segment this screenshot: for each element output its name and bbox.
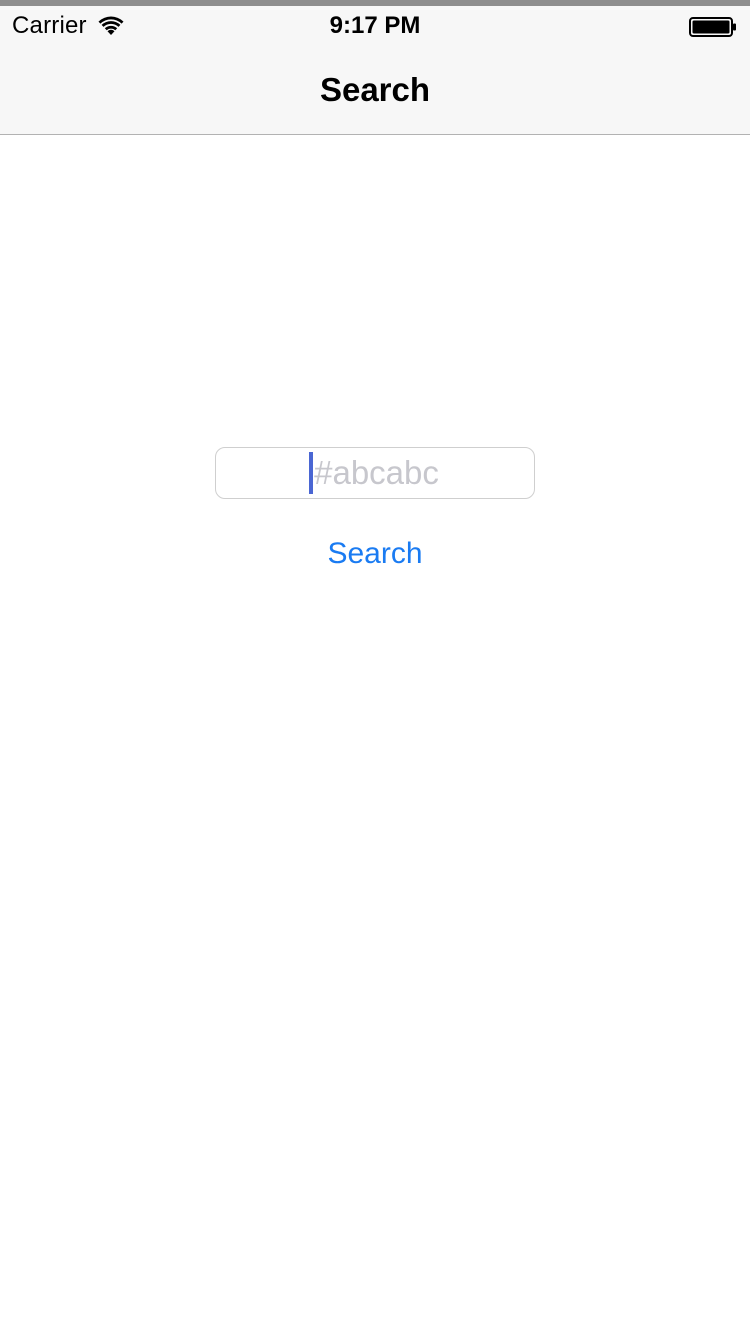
- status-bar: Carrier 9:17 PM: [0, 6, 750, 46]
- search-button-label: Search: [327, 537, 423, 570]
- search-input-content: #abcabc: [309, 452, 439, 494]
- search-input-placeholder: #abcabc: [314, 454, 439, 491]
- text-caret: [309, 452, 314, 494]
- search-button[interactable]: Search: [0, 534, 750, 574]
- battery-icon: [689, 16, 737, 38]
- header: Carrier 9:17 PM Search: [0, 6, 750, 135]
- nav-title: Search: [319, 71, 431, 108]
- search-input[interactable]: #abcabc: [215, 447, 535, 499]
- status-time: 9:17 PM: [329, 12, 421, 39]
